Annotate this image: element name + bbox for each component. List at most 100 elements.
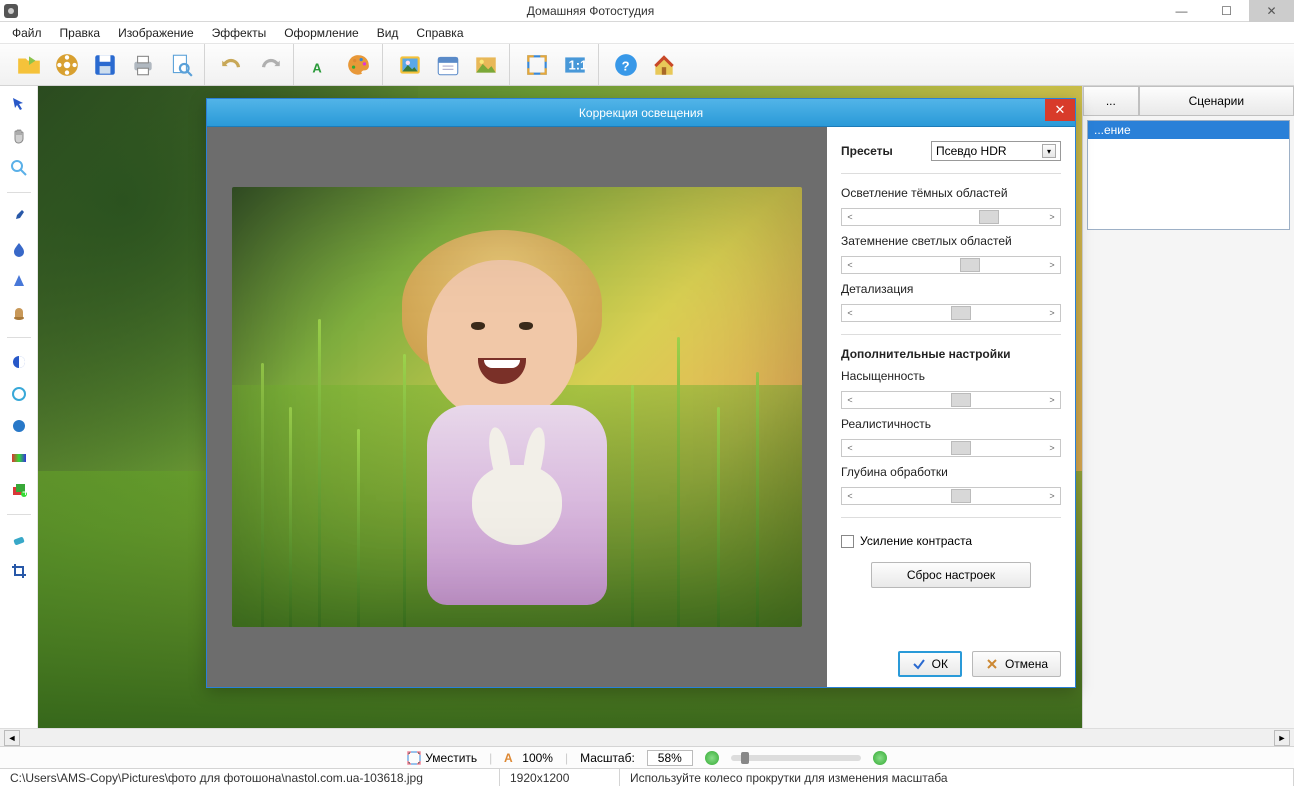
scroll-right-icon[interactable]: ► bbox=[1274, 730, 1290, 746]
svg-text:?: ? bbox=[622, 58, 630, 73]
menubar: Файл Правка Изображение Эффекты Оформлен… bbox=[0, 22, 1294, 44]
actual-size-label[interactable]: A 100% bbox=[504, 751, 553, 765]
crop-icon[interactable] bbox=[7, 559, 31, 583]
statusbar: C:\Users\AMS-Copy\Pictures\фото для фото… bbox=[0, 768, 1294, 786]
text-icon[interactable]: A bbox=[304, 48, 338, 82]
slider-detail[interactable]: <> bbox=[841, 304, 1061, 322]
zoom-slider[interactable] bbox=[731, 755, 861, 761]
slider-shadow-lighten[interactable]: <> bbox=[841, 208, 1061, 226]
menu-file[interactable]: Файл bbox=[4, 24, 50, 42]
cancel-button[interactable]: Отмена bbox=[972, 651, 1061, 677]
dialog-close-button[interactable]: ✕ bbox=[1045, 99, 1075, 121]
svg-text:1:1: 1:1 bbox=[569, 57, 588, 72]
slider1-label: Осветление тёмных областей bbox=[841, 186, 1061, 200]
palette-icon[interactable] bbox=[342, 48, 376, 82]
menu-help[interactable]: Справка bbox=[408, 24, 471, 42]
print-icon[interactable] bbox=[126, 48, 160, 82]
slider6-label: Глубина обработки bbox=[841, 465, 1061, 479]
scale-label: Масштаб: bbox=[580, 751, 635, 765]
search-file-icon[interactable] bbox=[164, 48, 198, 82]
calendar-icon[interactable] bbox=[431, 48, 465, 82]
svg-text:+: + bbox=[22, 485, 27, 498]
menu-view[interactable]: Вид bbox=[369, 24, 407, 42]
tool-palette: + bbox=[0, 86, 38, 728]
cone-blue-icon[interactable] bbox=[7, 269, 31, 293]
circle-outline-icon[interactable] bbox=[7, 382, 31, 406]
scroll-left-icon[interactable]: ◄ bbox=[4, 730, 20, 746]
eraser-icon[interactable] bbox=[7, 527, 31, 551]
status-path: C:\Users\AMS-Copy\Pictures\фото для фото… bbox=[0, 769, 500, 786]
menu-edit[interactable]: Правка bbox=[52, 24, 109, 42]
fit-icon[interactable]: Уместить bbox=[407, 751, 477, 765]
cross-icon bbox=[985, 657, 999, 671]
status-hint: Используйте колесо прокрутки для изменен… bbox=[620, 769, 1294, 786]
menu-image[interactable]: Изображение bbox=[110, 24, 202, 42]
actual-size-icon[interactable]: 1:1 bbox=[558, 48, 592, 82]
menu-effects[interactable]: Эффекты bbox=[204, 24, 275, 42]
zoombar: Уместить | A 100% | Масштаб: 58% bbox=[0, 746, 1294, 768]
check-icon bbox=[912, 657, 926, 671]
toolbar: A 1:1 ? bbox=[0, 44, 1294, 86]
preview-image bbox=[232, 187, 802, 627]
reset-button[interactable]: Сброс настроек bbox=[871, 562, 1031, 588]
presets-label: Пресеты bbox=[841, 144, 893, 158]
scale-value[interactable]: 58% bbox=[647, 750, 693, 766]
gradient-icon[interactable] bbox=[7, 446, 31, 470]
extra-settings-label: Дополнительные настройки bbox=[841, 347, 1061, 361]
open-folder-icon[interactable] bbox=[12, 48, 46, 82]
right-panel: ... Сценарии ...ение bbox=[1082, 86, 1294, 728]
eyedropper-icon[interactable] bbox=[7, 205, 31, 229]
titlebar: Домашняя Фотостудия — ☐ ✕ bbox=[0, 0, 1294, 22]
slider-realism[interactable]: <> bbox=[841, 439, 1061, 457]
chevron-down-icon: ▾ bbox=[1042, 144, 1056, 158]
postcard-icon[interactable] bbox=[469, 48, 503, 82]
slider3-label: Детализация bbox=[841, 282, 1061, 296]
slider5-label: Реалистичность bbox=[841, 417, 1061, 431]
window-title: Домашняя Фотостудия bbox=[22, 4, 1159, 18]
ok-button[interactable]: ОК bbox=[898, 651, 962, 677]
dialog-title: Коррекция освещения bbox=[579, 106, 703, 120]
home-icon[interactable] bbox=[647, 48, 681, 82]
fit-screen-icon[interactable] bbox=[520, 48, 554, 82]
minimize-button[interactable]: — bbox=[1159, 0, 1204, 22]
drop-icon[interactable] bbox=[7, 237, 31, 261]
tab-left[interactable]: ... bbox=[1083, 86, 1139, 116]
menu-decoration[interactable]: Оформление bbox=[276, 24, 366, 42]
slider-depth[interactable]: <> bbox=[841, 487, 1061, 505]
dialog-controls: Пресеты Псевдо HDR ▾ Осветление тёмных о… bbox=[827, 127, 1075, 687]
zoom-tool-icon[interactable] bbox=[7, 156, 31, 180]
slider-highlight-darken[interactable]: <> bbox=[841, 256, 1061, 274]
enhance-contrast-checkbox[interactable]: Усиление контраста bbox=[841, 534, 1061, 548]
picture-icon[interactable] bbox=[393, 48, 427, 82]
history-list[interactable]: ...ение bbox=[1087, 120, 1290, 230]
help-icon[interactable]: ? bbox=[609, 48, 643, 82]
history-item[interactable]: ...ение bbox=[1088, 121, 1289, 139]
undo-icon[interactable] bbox=[215, 48, 249, 82]
pointer-tool-icon[interactable] bbox=[7, 92, 31, 116]
cone-brown-icon[interactable] bbox=[7, 301, 31, 325]
svg-text:A: A bbox=[504, 751, 513, 765]
presets-select[interactable]: Псевдо HDR ▾ bbox=[931, 141, 1061, 161]
tab-scenarios[interactable]: Сценарии bbox=[1139, 86, 1294, 116]
save-icon[interactable] bbox=[88, 48, 122, 82]
film-reel-icon[interactable] bbox=[50, 48, 84, 82]
hand-tool-icon[interactable] bbox=[7, 124, 31, 148]
svg-text:A: A bbox=[312, 60, 322, 75]
circle-fill-icon[interactable] bbox=[7, 414, 31, 438]
close-button[interactable]: ✕ bbox=[1249, 0, 1294, 22]
status-dimensions: 1920x1200 bbox=[500, 769, 620, 786]
maximize-button[interactable]: ☐ bbox=[1204, 0, 1249, 22]
layers-add-icon[interactable]: + bbox=[7, 478, 31, 502]
zoom-in-icon[interactable] bbox=[873, 751, 887, 765]
redo-icon[interactable] bbox=[253, 48, 287, 82]
app-icon bbox=[0, 4, 22, 18]
slider-saturation[interactable]: <> bbox=[841, 391, 1061, 409]
lighting-correction-dialog: Коррекция освещения ✕ bbox=[206, 98, 1076, 688]
canvas-hscrollbar[interactable]: ◄ ► bbox=[0, 728, 1294, 746]
slider4-label: Насыщенность bbox=[841, 369, 1061, 383]
dialog-preview bbox=[207, 127, 827, 687]
slider2-label: Затемнение светлых областей bbox=[841, 234, 1061, 248]
dialog-titlebar[interactable]: Коррекция освещения ✕ bbox=[207, 99, 1075, 127]
zoom-out-icon[interactable] bbox=[705, 751, 719, 765]
contrast-icon[interactable] bbox=[7, 350, 31, 374]
